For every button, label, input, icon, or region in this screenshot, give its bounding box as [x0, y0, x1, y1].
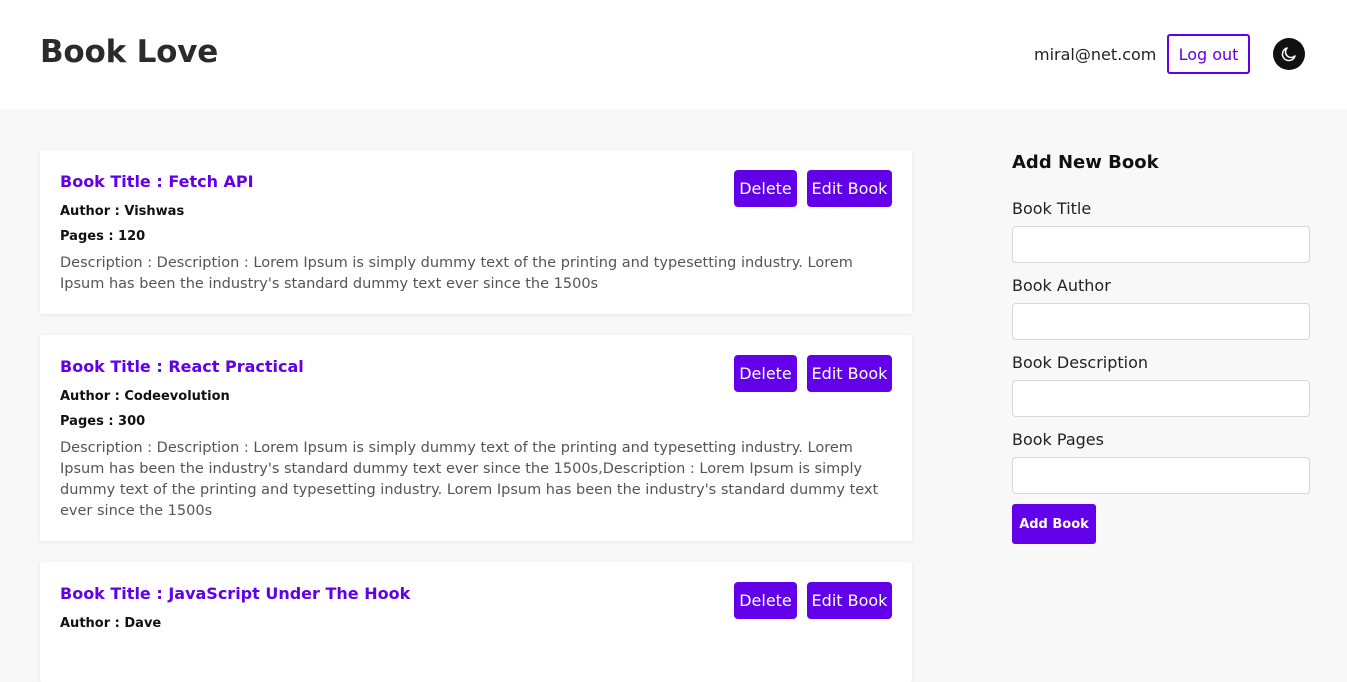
edit-book-button[interactable]: Edit Book — [807, 170, 892, 207]
delete-book-button[interactable]: Delete — [734, 355, 797, 392]
book-card: Book Title : Fetch API Author : Vishwas … — [40, 150, 912, 314]
brand-title: Book Love — [40, 34, 219, 70]
book-title: Book Title : JavaScript Under The Hook — [60, 584, 411, 603]
book-title: Book Title : React Practical — [60, 357, 304, 376]
book-pages: Pages : 120 — [60, 229, 146, 244]
book-author: Author : Vishwas — [60, 204, 185, 219]
book-card: Book Title : JavaScript Under The Hook A… — [40, 562, 912, 682]
book-author: Author : Codeevolution — [60, 389, 230, 404]
top-header: Book Love miral@net.com Log out — [0, 0, 1347, 110]
book-title: Book Title : Fetch API — [60, 172, 254, 191]
book-description-input[interactable] — [1012, 380, 1310, 417]
book-pages: Pages : 300 — [60, 414, 146, 429]
add-book-button[interactable]: Add Book — [1012, 504, 1096, 544]
theme-toggle-button[interactable] — [1273, 38, 1305, 70]
book-author: Author : Dave — [60, 616, 162, 631]
user-email: miral@net.com — [1034, 45, 1157, 64]
delete-book-button[interactable]: Delete — [734, 582, 797, 619]
logout-button[interactable]: Log out — [1167, 34, 1250, 74]
book-card: Book Title : React Practical Author : Co… — [40, 335, 912, 541]
book-author-label: Book Author — [1012, 276, 1111, 295]
book-pages-label: Book Pages — [1012, 430, 1104, 449]
book-pages-input[interactable] — [1012, 457, 1310, 494]
form-heading: Add New Book — [1012, 152, 1159, 173]
book-description: Description : Description : Lorem Ipsum … — [60, 255, 853, 292]
book-description: Description : Description : Lorem Ipsum … — [60, 440, 879, 519]
edit-book-button[interactable]: Edit Book — [807, 582, 892, 619]
book-description-label: Book Description — [1012, 353, 1149, 372]
moon-icon — [1281, 47, 1296, 62]
edit-book-button[interactable]: Edit Book — [807, 355, 892, 392]
book-title-label: Book Title — [1012, 199, 1092, 218]
book-author-input[interactable] — [1012, 303, 1310, 340]
delete-book-button[interactable]: Delete — [734, 170, 797, 207]
book-title-input[interactable] — [1012, 226, 1310, 263]
